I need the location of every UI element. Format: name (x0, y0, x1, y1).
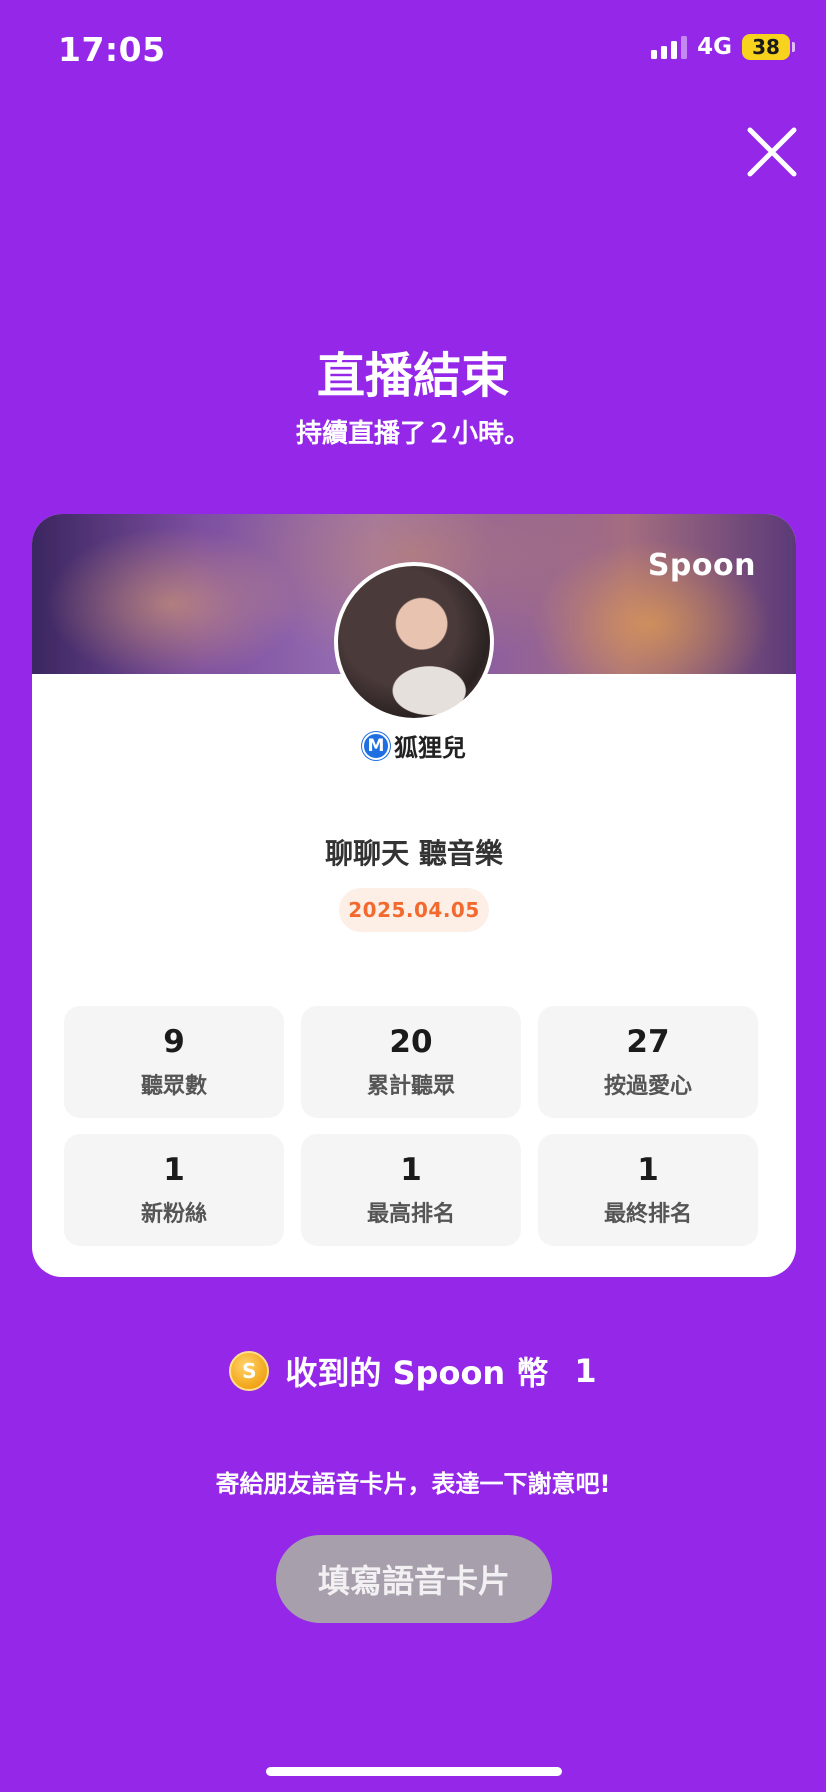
stat-listeners: 9 聽眾數 (64, 1006, 284, 1118)
stat-label: 新粉絲 (140, 1201, 207, 1227)
battery-icon: 38 (742, 34, 795, 60)
coin-icon: S (229, 1351, 270, 1391)
stat-value: 27 (626, 1024, 670, 1061)
stat-total-listeners: 20 累計聽眾 (301, 1006, 521, 1118)
stat-value: 1 (163, 1152, 185, 1189)
duration-text: 持續直播了２小時。 (295, 419, 530, 449)
username-row: M 狐狸兒 (32, 728, 796, 763)
stat-label: 最終排名 (603, 1201, 692, 1227)
stat-value: 1 (400, 1152, 422, 1189)
stat-highest-rank: 1 最高排名 (301, 1134, 521, 1246)
stat-new-fans: 1 新粉絲 (64, 1134, 284, 1246)
stream-title: 聊聊天 聽音樂 (325, 837, 503, 870)
membership-badge-icon: M (362, 731, 390, 760)
summary-card: Spoon M 狐狸兒 聊聊天 聽音樂 2025.04.05 9 聽眾數 20 … (32, 514, 796, 1277)
date-badge: 2025.04.05 (339, 888, 489, 932)
stat-label: 按過愛心 (603, 1073, 692, 1099)
username: 狐狸兒 (394, 734, 466, 762)
stat-value: 1 (637, 1152, 659, 1189)
close-button[interactable] (744, 124, 800, 180)
stat-final-rank: 1 最終排名 (538, 1134, 758, 1246)
coins-received: S 收到的 Spoon 幣 1 (0, 1348, 826, 1394)
status-bar: 17:05 4G 38 (0, 0, 826, 100)
thanks-prompt: 寄給朋友語音卡片，表達一下謝意吧! (215, 1470, 611, 1498)
stat-label: 累計聽眾 (366, 1073, 455, 1099)
signal-icon (651, 35, 688, 59)
stat-label: 聽眾數 (140, 1073, 207, 1099)
avatar[interactable] (334, 562, 494, 722)
stat-value: 20 (389, 1024, 433, 1061)
coins-value: 1 (574, 1352, 597, 1390)
battery-level: 38 (752, 35, 780, 59)
status-indicators: 4G 38 (651, 34, 795, 60)
write-voice-card-button[interactable]: 填寫語音卡片 (276, 1535, 552, 1623)
status-time: 17:05 (58, 30, 166, 69)
stat-label: 最高排名 (366, 1201, 455, 1227)
stats-grid: 9 聽眾數 20 累計聽眾 27 按過愛心 1 新粉絲 1 最高排名 1 最終排… (64, 1006, 760, 1246)
coins-label: 收到的 Spoon 幣 (285, 1354, 549, 1392)
close-icon (747, 127, 797, 177)
home-indicator (266, 1767, 562, 1776)
page-title: 直播結束 (316, 348, 509, 404)
network-type: 4G (697, 34, 732, 60)
stat-likes: 27 按過愛心 (538, 1006, 758, 1118)
brand-logo: Spoon (647, 548, 756, 583)
stat-value: 9 (163, 1024, 185, 1061)
